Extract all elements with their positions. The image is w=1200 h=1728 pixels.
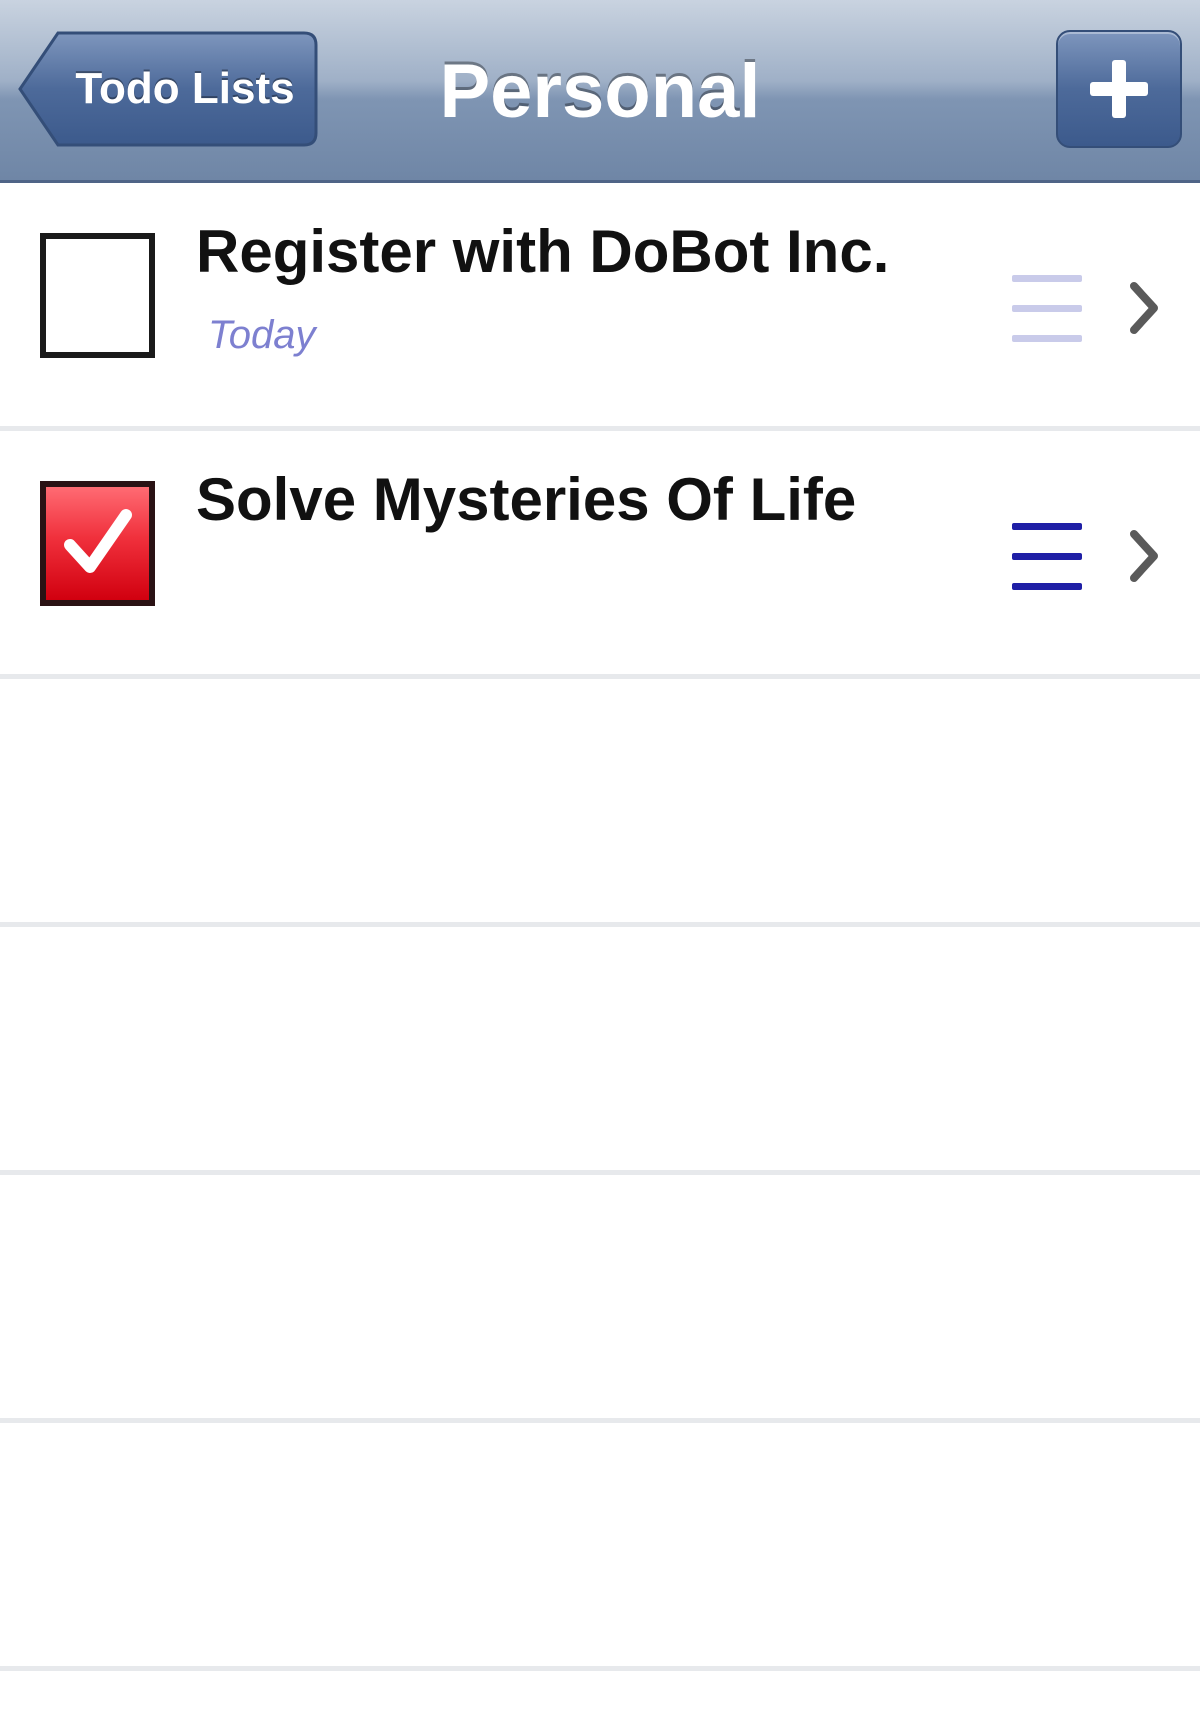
page-title: Personal: [439, 49, 761, 134]
empty-row: [0, 1423, 1200, 1671]
back-button-label: Todo Lists: [75, 64, 295, 113]
list-item[interactable]: Solve Mysteries Of Life: [0, 431, 1200, 679]
empty-row: [0, 1175, 1200, 1423]
item-due-date: Today: [208, 313, 316, 357]
item-title: Solve Mysteries Of Life: [196, 466, 857, 533]
priority-icon: [1012, 275, 1082, 355]
plus-icon-bar: [1090, 82, 1148, 96]
checkbox-unchecked[interactable]: [40, 233, 155, 358]
todo-list-screen: Todo Lists Personal Register with DoBot …: [0, 0, 1200, 1728]
list-item[interactable]: Register with DoBot Inc. Today: [0, 183, 1200, 431]
back-button[interactable]: Todo Lists: [18, 30, 318, 148]
empty-row: [0, 927, 1200, 1175]
chevron-right-icon[interactable]: [1124, 526, 1164, 586]
chevron-right-icon[interactable]: [1124, 278, 1164, 338]
priority-icon: [1012, 523, 1082, 603]
add-item-button[interactable]: [1056, 30, 1182, 148]
checkbox-checked[interactable]: [40, 481, 155, 606]
checkmark-icon: [64, 509, 132, 573]
todo-list: Register with DoBot Inc. Today Solve Mys…: [0, 183, 1200, 1671]
item-title: Register with DoBot Inc.: [196, 218, 890, 285]
navigation-bar: Todo Lists Personal: [0, 0, 1200, 183]
empty-row: [0, 679, 1200, 927]
